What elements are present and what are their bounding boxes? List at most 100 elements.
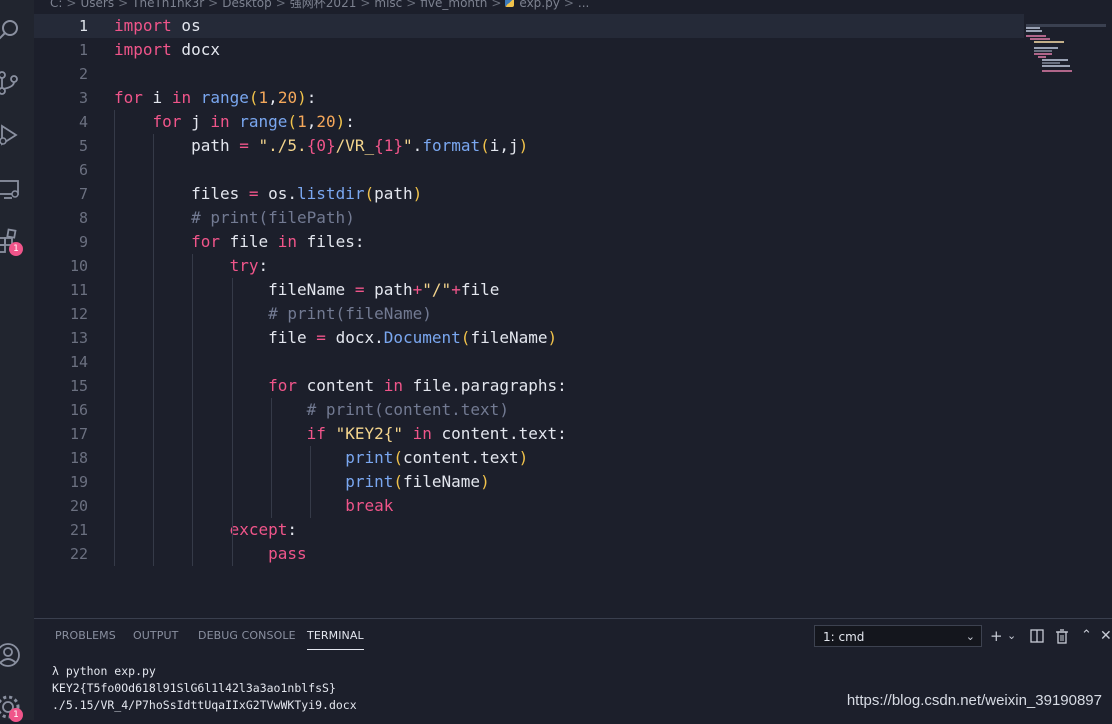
breadcrumb-item[interactable]: ... [578, 0, 589, 10]
remote-explorer-icon[interactable] [0, 172, 34, 206]
activity-bar: 1 1 [0, 0, 34, 722]
code-text: print(fileName) [345, 472, 490, 491]
breadcrumb-item[interactable]: misc [374, 0, 402, 10]
code-line: 9 for file in files: [34, 230, 1024, 254]
code-line: 17 if "KEY2{" in content.text: [34, 422, 1024, 446]
code-text: path = "./5.{0}/VR_{1}".format(i,j) [114, 136, 529, 155]
code-text: for j in range(1,20): [152, 112, 355, 131]
code-text: import os [114, 16, 201, 35]
maximize-panel-chevron-up-icon[interactable]: ⌃ [1081, 626, 1092, 646]
line-number: 8 [78, 209, 88, 227]
code-text: except: [229, 520, 298, 539]
run-debug-icon[interactable] [0, 118, 34, 152]
breadcrumb-item[interactable]: TheTh1nk3r [132, 0, 204, 10]
code-line: 20 break [34, 494, 1024, 518]
code-line: 10 try: [34, 254, 1024, 278]
breadcrumb-item[interactable]: exp.py [519, 0, 559, 10]
tab-terminal[interactable]: TERMINAL [307, 629, 364, 650]
line-number: 14 [69, 353, 88, 371]
new-terminal-plus-icon[interactable]: + [990, 626, 1003, 646]
close-panel-icon[interactable]: ✕ [1100, 626, 1112, 646]
code-line: 8 # print(filePath) [34, 206, 1024, 230]
code-line: 12 # print(fileName) [34, 302, 1024, 326]
terminal-line: KEY2{T5fo0Od618l91SlG6l1l42l3a3ao1nblfsS… [52, 681, 336, 695]
breadcrumb-item[interactable]: 强网杯2021 [290, 0, 357, 10]
accounts-icon[interactable] [0, 638, 34, 672]
breadcrumb-separator: > [275, 0, 286, 10]
breadcrumb-item[interactable]: C: [50, 0, 62, 10]
indent-guide [310, 446, 311, 518]
code-line: 2 [34, 62, 1024, 86]
source-control-icon[interactable] [0, 66, 34, 100]
kill-terminal-trash-icon[interactable] [1055, 626, 1069, 646]
tab-problems[interactable]: PROBLEMS [55, 629, 116, 642]
code-text: files = os.listdir(path) [114, 184, 423, 203]
line-number: 20 [69, 497, 88, 515]
line-number: 16 [69, 401, 88, 419]
code-line: 16 # print(content.text) [34, 398, 1024, 422]
indent-guide [232, 278, 233, 566]
tab-debug-console[interactable]: DEBUG CONSOLE [198, 629, 296, 642]
launch-profile-chevron-icon[interactable]: ⌄ [1007, 626, 1016, 646]
code-line: 7 files = os.listdir(path) [34, 182, 1024, 206]
line-number: 4 [78, 113, 88, 131]
breadcrumb-item[interactable]: Users [80, 0, 114, 10]
code-text: if "KEY2{" in content.text: [306, 424, 567, 443]
code-text: file = docx.Document(fileName) [114, 328, 558, 347]
breadcrumb-separator: > [491, 0, 502, 10]
code-text: print(content.text) [345, 448, 529, 467]
minimap[interactable] [1026, 24, 1106, 74]
terminal-output[interactable]: λ python exp.py KEY2{T5fo0Od618l91SlG6l1… [52, 663, 357, 714]
line-number: 19 [69, 473, 88, 491]
code-text: fileName = path+"/"+file [114, 280, 500, 299]
indent-guide [153, 134, 154, 566]
breadcrumb-separator: > [208, 0, 219, 10]
line-number: 22 [69, 545, 88, 563]
line-number: 1 [78, 41, 88, 59]
search-icon[interactable] [0, 14, 34, 48]
code-text: import docx [114, 40, 220, 59]
code-text: break [345, 496, 394, 515]
code-text: # print(filePath) [191, 208, 355, 227]
code-text: for file in files: [191, 232, 365, 251]
line-number: 21 [69, 521, 88, 539]
code-line: 18 print(content.text) [34, 446, 1024, 470]
code-editor[interactable]: 1 import os 1 import docx 2 3 for i in range(1… [34, 14, 1112, 616]
code-line: 15 for content in file.paragraphs: [34, 374, 1024, 398]
code-line: 13 file = docx.Document(fileName) [34, 326, 1024, 350]
code-text: # print(fileName) [268, 304, 432, 323]
code-line: 22 pass [34, 542, 1024, 566]
line-number: 15 [69, 377, 88, 395]
line-number: 3 [78, 89, 88, 107]
code-line: 19 print(fileName) [34, 470, 1024, 494]
terminal-select[interactable]: 1: cmd ⌄ [814, 625, 982, 647]
tab-output[interactable]: OUTPUT [133, 629, 178, 642]
line-number: 11 [69, 281, 88, 299]
breadcrumb-separator: > [406, 0, 417, 10]
line-number: 12 [69, 305, 88, 323]
breadcrumb-separator: > [563, 0, 574, 10]
extensions-badge: 1 [9, 242, 23, 256]
code-line: 5 path = "./5.{0}/VR_{1}".format(i,j) [34, 134, 1024, 158]
breadcrumb-item[interactable]: five_month [420, 0, 487, 10]
indent-guide [271, 398, 272, 518]
breadcrumb-separator: > [360, 0, 371, 10]
line-number: 10 [69, 257, 88, 275]
code-line: 11 fileName = path+"/"+file [34, 278, 1024, 302]
indent-guide [114, 110, 115, 566]
breadcrumb-separator: > [66, 0, 77, 10]
line-number: 17 [69, 425, 88, 443]
breadcrumb[interactable]: C: > Users > TheTh1nk3r > Desktop > 强网杯2021 > misc… [50, 0, 589, 10]
line-number: 5 [78, 137, 88, 155]
code-line: 21 except: [34, 518, 1024, 542]
breadcrumb-item[interactable]: Desktop [222, 0, 272, 10]
indent-guide [192, 254, 193, 566]
code-line: 3 for i in range(1,20): [34, 86, 1024, 110]
python-file-icon [505, 0, 515, 7]
code-line: 6 [34, 158, 1024, 182]
breadcrumb-separator: > [118, 0, 129, 10]
line-number: 7 [78, 185, 88, 203]
chevron-down-icon: ⌄ [965, 630, 975, 643]
split-terminal-icon[interactable] [1030, 626, 1044, 646]
code-text: for i in range(1,20): [114, 88, 317, 107]
